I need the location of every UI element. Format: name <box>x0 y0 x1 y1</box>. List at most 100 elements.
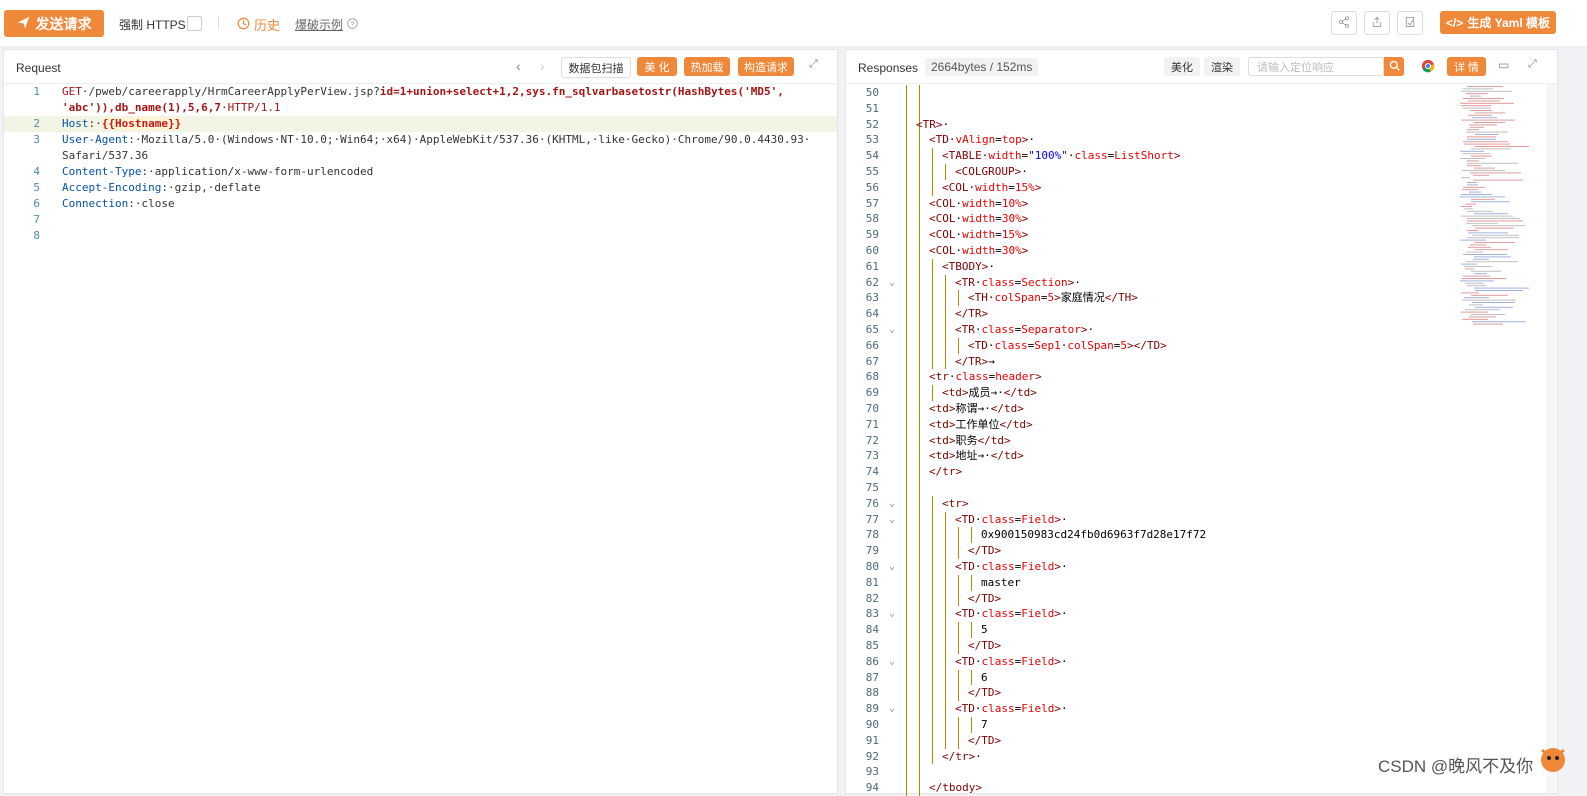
request-line[interactable]: 5 Accept-Encoding:·gzip,·deflate <box>4 180 837 196</box>
response-line[interactable]: 68 <tr·class=header> <box>846 369 1446 386</box>
history-button[interactable]: 历史 <box>237 15 280 34</box>
indent-guide <box>906 574 907 591</box>
hot-load-button[interactable]: 热加载 <box>684 57 730 76</box>
send-request-button[interactable]: 发送请求 <box>4 10 104 37</box>
response-line[interactable]: 91 </TD> <box>846 732 1446 749</box>
response-line[interactable]: 79 </TD> <box>846 543 1446 559</box>
response-line[interactable]: 78 0x900150983cd24fb0d6963f7d28e17f72 <box>846 527 1446 544</box>
import-button[interactable] <box>1397 11 1423 35</box>
render-toggle[interactable]: 渲染 <box>1204 57 1240 76</box>
response-line[interactable]: 73 <td>地址→·</td> <box>846 448 1446 465</box>
request-line[interactable]: 4 Content-Type:·application/x-www-form-ur… <box>4 164 837 180</box>
minimap-stroke <box>1475 290 1523 291</box>
response-line[interactable]: 94 </tbody> <box>846 780 1446 796</box>
request-line[interactable]: 8 <box>4 228 837 244</box>
response-line[interactable]: 83 ⌄ <TD·class=Field>· <box>846 606 1446 623</box>
export-button[interactable] <box>1364 11 1390 35</box>
response-line[interactable]: 59 <COL·width=15%> <box>846 227 1446 243</box>
request-line[interactable]: 7 <box>4 212 837 228</box>
fullscreen-icon[interactable]: ⤢ <box>809 58 818 71</box>
response-line[interactable]: 53 <TD·vAlign=top>· <box>846 132 1446 149</box>
response-line[interactable]: 87 6 <box>846 669 1446 686</box>
response-line[interactable]: 61 <TBODY>· <box>846 258 1446 275</box>
fold-chevron-icon[interactable]: ⌄ <box>889 512 895 528</box>
response-line[interactable]: 56 <COL·width=15%> <box>846 179 1446 196</box>
response-line[interactable]: 57 <COL·width=10%> <box>846 195 1446 212</box>
request-line[interactable]: 6 Connection:·close <box>4 196 837 212</box>
indent-guide <box>919 480 920 496</box>
response-line[interactable]: 51 <box>846 100 1446 117</box>
scrollbar[interactable] <box>1546 84 1556 793</box>
response-line[interactable]: 92 </tr>· <box>846 748 1446 765</box>
response-line[interactable]: 65 ⌄ <TR·class=Separator>· <box>846 322 1446 338</box>
line-code: <TR·class=Separator>· <box>955 322 1094 338</box>
fold-chevron-icon[interactable]: ⌄ <box>889 275 895 291</box>
response-line[interactable]: 69 <td>成员→·</td> <box>846 385 1446 401</box>
code-token: > <box>1021 212 1029 226</box>
comment-icon[interactable]: ▭ <box>1498 58 1509 72</box>
brute-example-link[interactable]: 爆破示例 ? <box>295 16 358 33</box>
response-line[interactable]: 62 ⌄ <TR·class=Section>· <box>846 274 1446 291</box>
response-line[interactable]: 63 <TH·colSpan=5>家庭情况</TH> <box>846 290 1446 307</box>
request-line[interactable]: 2 Host:·{{Hostname}} <box>4 116 837 132</box>
response-line[interactable]: 90 7 <box>846 717 1446 733</box>
response-line[interactable]: 52 <TR>· <box>846 116 1446 133</box>
force-https-checkbox[interactable] <box>187 16 202 31</box>
fold-chevron-icon[interactable]: ⌄ <box>889 654 895 670</box>
fold-chevron-icon[interactable]: ⌄ <box>889 606 895 622</box>
chrome-icon[interactable] <box>1421 59 1435 76</box>
request-line[interactable]: 3 User-Agent:·Mozilla/5.0·(Windows·NT·10.… <box>4 132 837 148</box>
build-request-button[interactable]: 构造请求 <box>738 57 794 76</box>
response-line[interactable]: 70 <td>称谓→·</td> <box>846 401 1446 417</box>
details-button[interactable]: 详 情 <box>1447 57 1486 76</box>
minimap-stroke <box>1462 318 1488 320</box>
request-line[interactable]: 1 GET·/pweb/careerapply/HrmCareerApplyPer… <box>4 84 837 100</box>
response-line[interactable]: 77 ⌄ <TD·class=Field>· <box>846 511 1446 528</box>
response-line[interactable]: 58 <COL·width=30%> <box>846 211 1446 228</box>
response-line[interactable]: 80 ⌄ <TD·class=Field>· <box>846 559 1446 575</box>
response-line[interactable]: 84 5 <box>846 622 1446 638</box>
fold-chevron-icon[interactable]: ⌄ <box>889 496 895 512</box>
response-line[interactable]: 86 ⌄ <TD·class=Field>· <box>846 653 1446 670</box>
fold-chevron-icon[interactable]: ⌄ <box>889 322 895 338</box>
response-line[interactable]: 60 <COL·width=30%> <box>846 243 1446 259</box>
response-line[interactable]: 81 master <box>846 574 1446 591</box>
response-line[interactable]: 54 <TABLE·width="100%"·class=ListShort> <box>846 148 1446 164</box>
response-line[interactable]: 76 ⌄ <tr> <box>846 495 1446 512</box>
response-line[interactable]: 67 </TR>→ <box>846 353 1446 370</box>
fullscreen-icon[interactable]: ⤢ <box>1528 58 1537 71</box>
response-line[interactable]: 75 <box>846 480 1446 496</box>
indent-guide <box>919 780 920 796</box>
request-line[interactable]: Safari/537.36 <box>4 148 837 164</box>
beautify-toggle[interactable]: 美化 <box>1164 57 1200 76</box>
packet-scan-button[interactable]: 数据包扫描 <box>561 57 631 78</box>
response-line[interactable]: 93 <box>846 764 1446 781</box>
response-line[interactable]: 72 <td>职务</td> <box>846 432 1446 449</box>
code-minimap[interactable] <box>1458 84 1544 334</box>
response-line[interactable]: 74 </tr> <box>846 464 1446 480</box>
chevron-left-icon[interactable]: ‹ <box>516 58 521 74</box>
line-code: Host:·{{Hostname}} <box>62 116 182 132</box>
response-line[interactable]: 64 </TR> <box>846 306 1446 322</box>
response-line[interactable]: 71 <td>工作单位</td> <box>846 416 1446 433</box>
minimap-stroke <box>1462 189 1478 191</box>
fold-chevron-icon[interactable]: ⌄ <box>889 559 895 575</box>
response-line[interactable]: 50 <box>846 85 1446 101</box>
beautify-button[interactable]: 美 化 <box>637 57 677 76</box>
indent-guide <box>906 527 907 544</box>
response-line[interactable]: 85 </TD> <box>846 638 1446 654</box>
response-line[interactable]: 89 ⌄ <TD·class=Field>· <box>846 701 1446 717</box>
generate-yaml-button[interactable]: </> 生成 Yaml 模板 <box>1440 11 1556 34</box>
fold-chevron-icon[interactable]: ⌄ <box>889 701 895 717</box>
share-button[interactable] <box>1331 11 1357 35</box>
response-editor[interactable]: 50 51 52 <TR>· 53 <TD·vAlign=top>· 54 <TABLE·wi… <box>846 84 1557 796</box>
request-line[interactable]: 'abc')),db_name(1),5,6,7·HTTP/1.1 <box>4 100 837 116</box>
response-line[interactable]: 88 </TD> <box>846 685 1446 702</box>
request-editor[interactable]: 1 GET·/pweb/careerapply/HrmCareerApplyPer… <box>4 84 837 793</box>
response-line[interactable]: 66 <TD·class=Sep1·colSpan=5></TD> <box>846 337 1446 354</box>
response-line[interactable]: 82 </TD> <box>846 590 1446 607</box>
chevron-right-icon[interactable]: › <box>540 58 545 74</box>
search-button[interactable] <box>1384 57 1404 76</box>
locate-response-input[interactable]: 请输入定位响应 <box>1248 57 1384 76</box>
response-line[interactable]: 55 <COLGROUP>· <box>846 164 1446 180</box>
